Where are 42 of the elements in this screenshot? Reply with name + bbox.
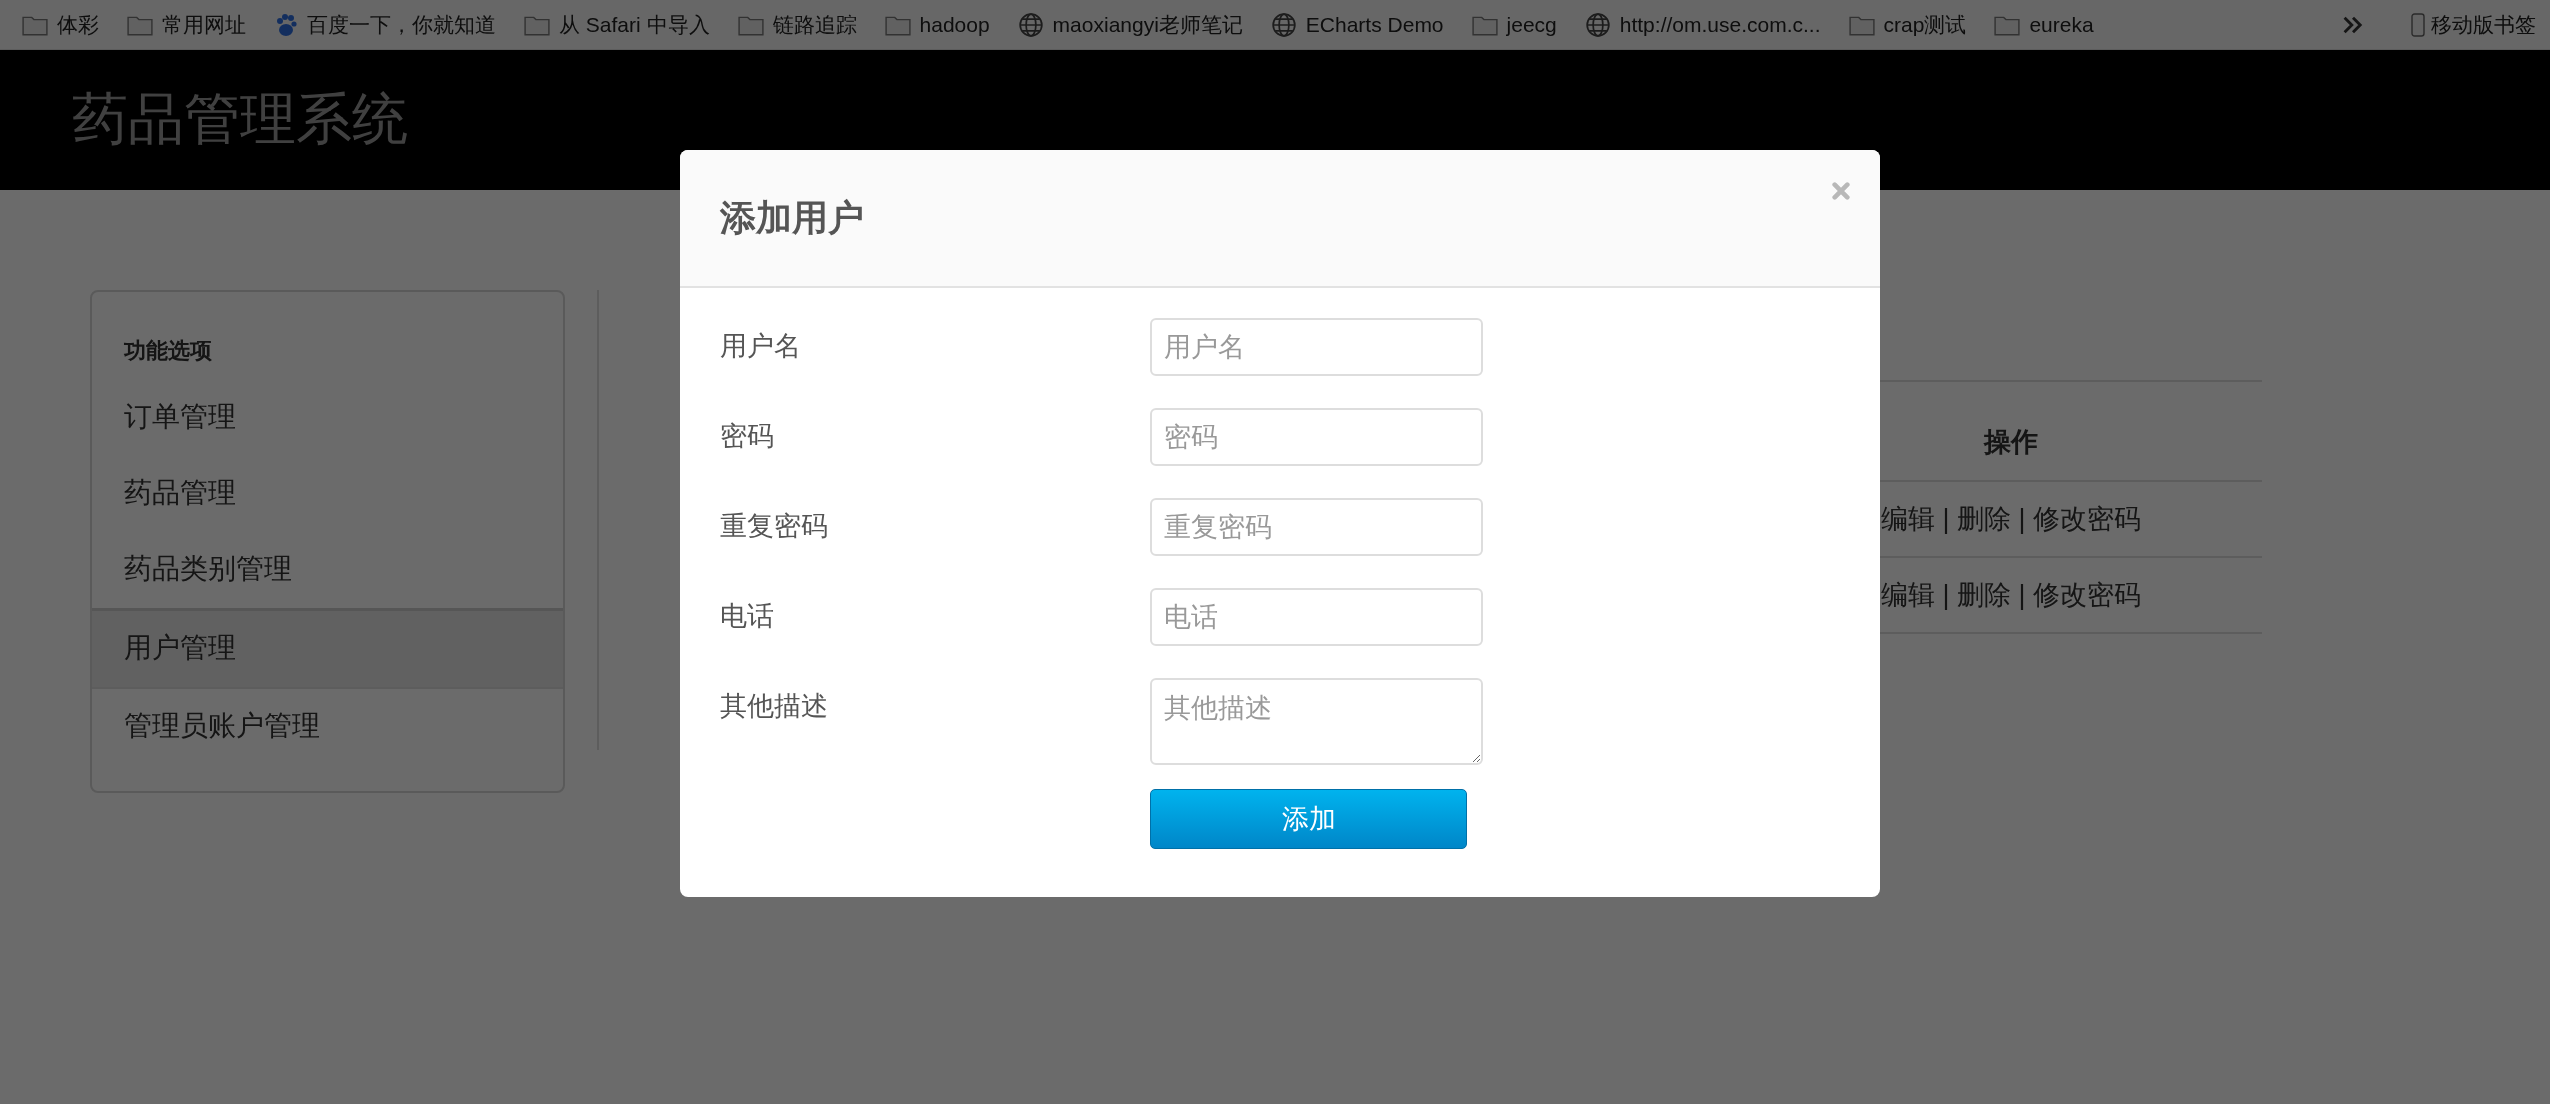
column-header: 操作 — [1982, 426, 2039, 459]
field-label: 用户名 — [720, 330, 802, 363]
input-field[interactable]: 其他描述 — [1150, 678, 1483, 765]
input-field[interactable]: 密码 — [1150, 408, 1483, 466]
close-icon[interactable] — [1832, 182, 1850, 200]
bookmark-link[interactable]: 链路追踪 — [737, 10, 857, 39]
field-label: 密码 — [720, 420, 775, 453]
bookmark-link[interactable]: hadoop — [884, 12, 990, 37]
add-button[interactable]: 添加 — [1150, 789, 1467, 849]
globe-icon — [1270, 11, 1297, 38]
sidebar-item[interactable]: 药品类别管理 — [92, 532, 563, 608]
sidebar-item[interactable]: 用户管理 — [92, 608, 563, 689]
phone-icon — [2411, 12, 2425, 37]
bookmark-link[interactable]: http://om.use.com.c... — [1584, 11, 1821, 38]
bookmark-link[interactable]: eureka — [1994, 12, 2094, 37]
field-label: 其他描述 — [720, 690, 829, 723]
globe-icon — [1017, 11, 1044, 38]
sidebar-heading: 功能选项 — [123, 337, 213, 365]
sidebar-item[interactable]: 药品管理 — [92, 456, 563, 532]
input-field[interactable]: 电话 — [1150, 588, 1483, 646]
app-title: 药品管理系统 — [72, 86, 408, 152]
field-label: 电话 — [720, 600, 775, 633]
bookmark-link[interactable]: 体彩 — [22, 10, 99, 39]
bookmark-link[interactable]: 移动版书签 — [2411, 10, 2536, 39]
input-field[interactable]: 用户名 — [1150, 318, 1483, 376]
bookmark-link[interactable]: jeecg — [1471, 12, 1557, 37]
globe-icon — [1584, 11, 1611, 38]
sidebar-item[interactable]: 订单管理 — [92, 380, 563, 456]
bookmark-link[interactable]: 百度一下，你就知道 — [274, 10, 496, 39]
input-field[interactable]: 重复密码 — [1150, 498, 1483, 556]
field-label: 重复密码 — [720, 510, 829, 543]
sidebar-item[interactable]: 管理员账户管理 — [92, 689, 563, 765]
table-cell-text: 编辑 | 删除 | 修改密码 — [1879, 503, 2142, 536]
bookmark-link[interactable]: 常用网址 — [127, 10, 246, 39]
bookmark-link[interactable]: ECharts Demo — [1270, 11, 1444, 38]
bookmark-link[interactable]: 从 Safari 中导入 — [524, 10, 710, 39]
bookmark-link[interactable]: crap测试 — [1848, 10, 1967, 39]
bookmark-link[interactable]: maoxiangyi老师笔记 — [1017, 10, 1243, 39]
dialog-title: 添加用户 — [720, 195, 864, 240]
table-cell-text: 编辑 | 删除 | 修改密码 — [1879, 579, 2142, 612]
chevron-icon[interactable] — [2341, 14, 2365, 35]
paw-icon — [274, 12, 298, 37]
